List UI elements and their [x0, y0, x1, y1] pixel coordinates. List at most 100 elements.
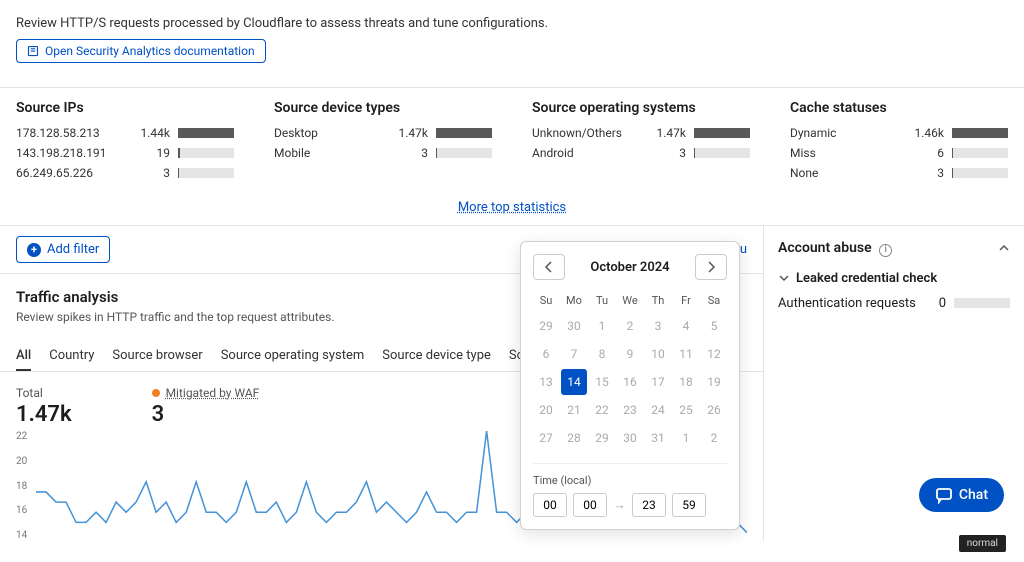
- chat-label: Chat: [959, 487, 988, 503]
- calendar-day[interactable]: 7: [561, 341, 587, 367]
- calendar-day[interactable]: 15: [589, 369, 615, 395]
- stat-bar: [952, 148, 1008, 158]
- calendar-day[interactable]: 2: [617, 313, 643, 339]
- calendar-day[interactable]: 12: [701, 341, 727, 367]
- more-top-statistics-link[interactable]: More top statistics: [458, 200, 566, 215]
- calendar-dow: Sa: [701, 290, 727, 311]
- calendar-day[interactable]: 13: [533, 369, 559, 395]
- calendar-day[interactable]: 27: [533, 425, 559, 451]
- calendar-day[interactable]: 11: [673, 341, 699, 367]
- arrow-left-icon: [542, 260, 556, 274]
- stat-row[interactable]: Miss6: [790, 146, 1008, 160]
- stat-bar: [694, 128, 750, 138]
- calendar-day[interactable]: 6: [533, 341, 559, 367]
- calendar-day[interactable]: 29: [533, 313, 559, 339]
- tab-source-operating-system[interactable]: Source operating system: [221, 342, 365, 371]
- stat-value: 19: [157, 146, 171, 160]
- leaked-credential-check-row[interactable]: Leaked credential check: [778, 265, 1010, 292]
- stat-value: 3: [679, 146, 686, 160]
- add-filter-button[interactable]: + Add filter: [16, 236, 110, 263]
- calendar-day[interactable]: 14: [561, 369, 587, 395]
- chevron-up-icon: [998, 242, 1010, 254]
- calendar-day[interactable]: 16: [617, 369, 643, 395]
- metric-total: Total 1.47k: [16, 386, 72, 427]
- info-icon[interactable]: i: [879, 244, 892, 257]
- stat-value: 1.46k: [915, 126, 944, 140]
- calendar-day[interactable]: 8: [589, 341, 615, 367]
- auth-requests-label: Authentication requests: [778, 296, 916, 311]
- stat-column: Cache statusesDynamic1.46kMiss6None3: [790, 100, 1008, 186]
- date-picker-popover: October 2024 SuMoTuWeThFrSa2930123456789…: [520, 241, 740, 530]
- calendar-day[interactable]: 24: [645, 397, 671, 423]
- stat-row[interactable]: Dynamic1.46k: [790, 126, 1008, 140]
- time-end-min-input[interactable]: [672, 493, 706, 517]
- time-end-hour-input[interactable]: [632, 493, 666, 517]
- calendar-day[interactable]: 31: [645, 425, 671, 451]
- stat-value: 1.44k: [141, 126, 170, 140]
- plus-icon: +: [27, 243, 41, 257]
- stat-row[interactable]: 143.198.218.19119: [16, 146, 234, 160]
- time-start-min-input[interactable]: [573, 493, 607, 517]
- stat-label: 66.249.65.226: [16, 166, 163, 180]
- y-tick: 14: [16, 530, 27, 541]
- calendar-day[interactable]: 28: [561, 425, 587, 451]
- calendar-prev-button[interactable]: [533, 254, 565, 280]
- tab-all[interactable]: All: [16, 342, 31, 371]
- calendar-dow: We: [617, 290, 643, 311]
- metric-total-value: 1.47k: [16, 402, 72, 427]
- calendar-day[interactable]: 2: [701, 425, 727, 451]
- stat-label: Desktop: [274, 126, 399, 140]
- calendar-next-button[interactable]: [695, 254, 727, 280]
- stats-grid: Source IPs178.128.58.2131.44k143.198.218…: [0, 88, 1024, 194]
- stat-row[interactable]: Unknown/Others1.47k: [532, 126, 750, 140]
- open-docs-link[interactable]: Open Security Analytics documentation: [16, 39, 266, 63]
- time-local-label: Time (local): [533, 474, 727, 487]
- stat-bar: [178, 148, 234, 158]
- calendar-dow: Tu: [589, 290, 615, 311]
- calendar-day[interactable]: 18: [673, 369, 699, 395]
- stat-bar: [436, 148, 492, 158]
- calendar-day[interactable]: 1: [589, 313, 615, 339]
- calendar-day[interactable]: 5: [701, 313, 727, 339]
- stat-value: 6: [937, 146, 944, 160]
- stat-row[interactable]: None3: [790, 166, 1008, 180]
- y-tick: 18: [16, 481, 27, 492]
- stat-row[interactable]: Android3: [532, 146, 750, 160]
- stat-label: 178.128.58.213: [16, 126, 141, 140]
- calendar-day[interactable]: 1: [673, 425, 699, 451]
- y-tick: 20: [16, 456, 27, 467]
- calendar-day[interactable]: 23: [617, 397, 643, 423]
- calendar-day[interactable]: 17: [645, 369, 671, 395]
- calendar-day[interactable]: 25: [673, 397, 699, 423]
- doc-link-label: Open Security Analytics documentation: [45, 44, 255, 58]
- calendar-day[interactable]: 9: [617, 341, 643, 367]
- metric-mitigated: Mitigated by WAF 3: [152, 386, 260, 427]
- calendar-day[interactable]: 26: [701, 397, 727, 423]
- stat-column: Source IPs178.128.58.2131.44k143.198.218…: [16, 100, 234, 186]
- tab-source-browser[interactable]: Source browser: [112, 342, 202, 371]
- calendar-day[interactable]: 30: [561, 313, 587, 339]
- stat-label: Miss: [790, 146, 937, 160]
- chat-button[interactable]: Chat: [919, 478, 1004, 512]
- account-abuse-header[interactable]: Account abuse i: [778, 236, 1010, 265]
- stat-value: 1.47k: [657, 126, 686, 140]
- stat-bar: [436, 128, 492, 138]
- calendar-day[interactable]: 3: [645, 313, 671, 339]
- calendar-day[interactable]: 22: [589, 397, 615, 423]
- stat-row[interactable]: 178.128.58.2131.44k: [16, 126, 234, 140]
- stat-row[interactable]: Desktop1.47k: [274, 126, 492, 140]
- tab-source-device-type[interactable]: Source device type: [382, 342, 491, 371]
- calendar-day[interactable]: 30: [617, 425, 643, 451]
- time-start-hour-input[interactable]: [533, 493, 567, 517]
- calendar-day[interactable]: 19: [701, 369, 727, 395]
- calendar-day[interactable]: 20: [533, 397, 559, 423]
- calendar-day[interactable]: 29: [589, 425, 615, 451]
- stat-label: 143.198.218.191: [16, 146, 157, 160]
- calendar-day[interactable]: 21: [561, 397, 587, 423]
- y-tick: 22: [16, 431, 27, 442]
- calendar-day[interactable]: 10: [645, 341, 671, 367]
- stat-row[interactable]: Mobile3: [274, 146, 492, 160]
- tab-country[interactable]: Country: [49, 342, 94, 371]
- stat-row[interactable]: 66.249.65.2263: [16, 166, 234, 180]
- calendar-day[interactable]: 4: [673, 313, 699, 339]
